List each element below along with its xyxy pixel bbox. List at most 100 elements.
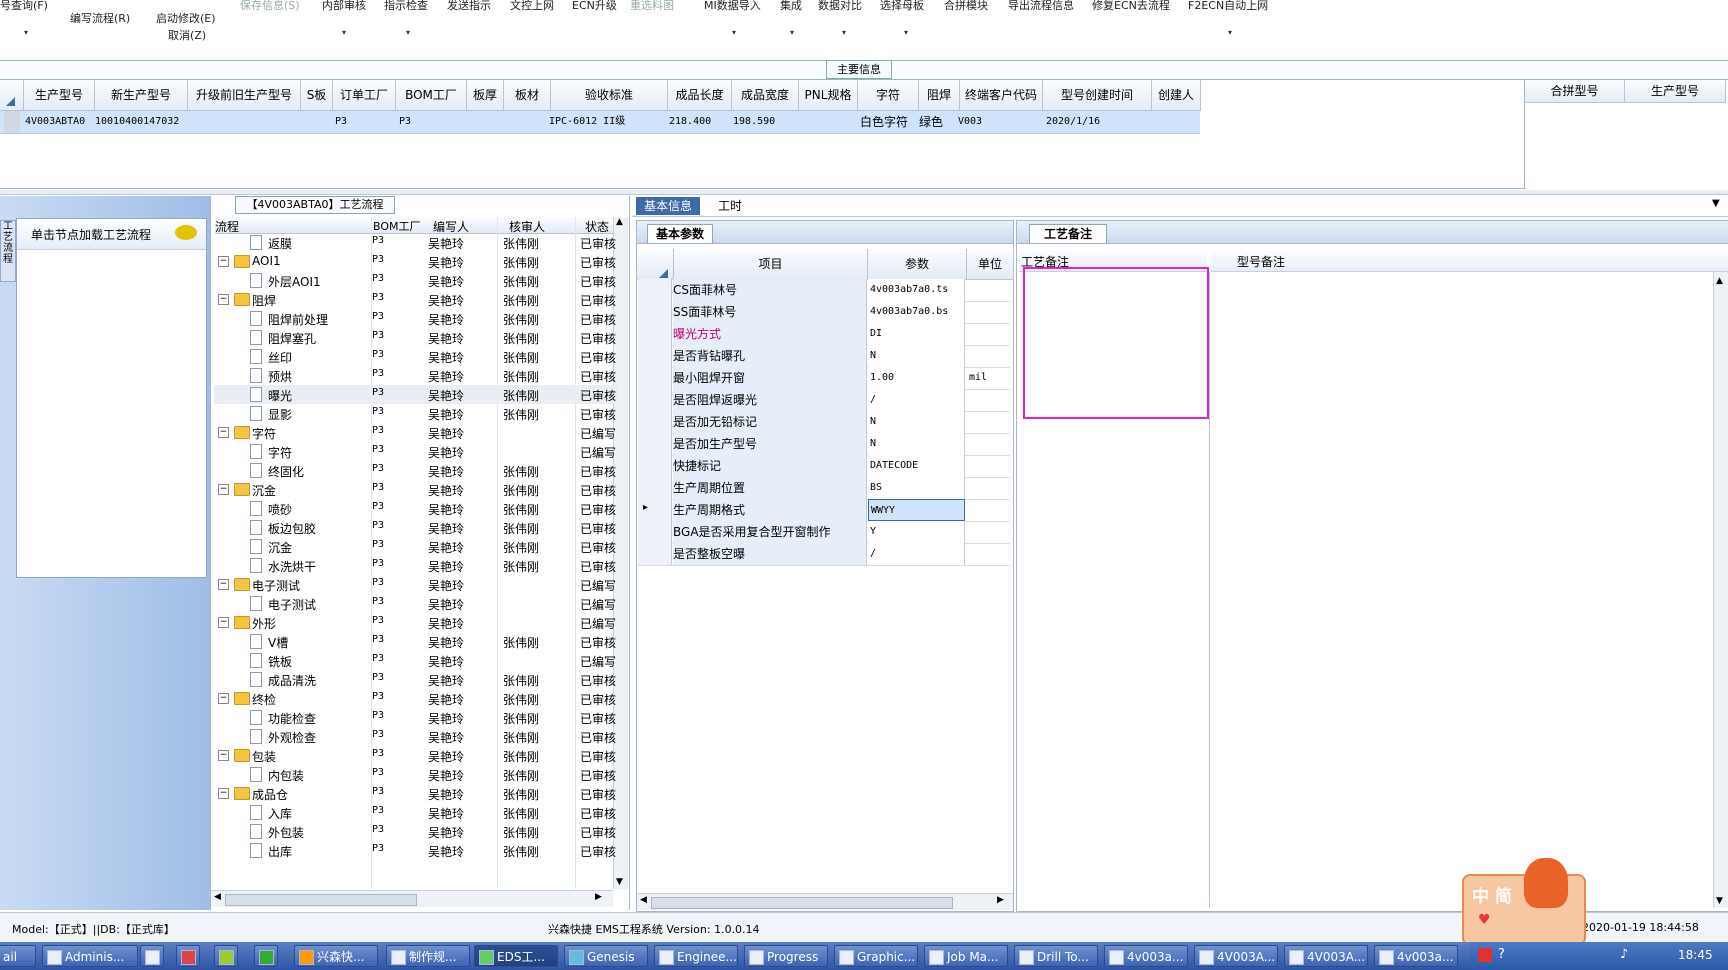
ime-widget[interactable]: 中 简 ♥ bbox=[1462, 858, 1586, 946]
tree-leaf-node[interactable]: 阻焊塞孔 P3 吴艳玲 张伟刚 已审核 bbox=[214, 328, 618, 347]
cancel-button[interactable]: 取消(Z) bbox=[168, 27, 206, 43]
collapse-toggle-icon[interactable]: − bbox=[218, 484, 229, 495]
tree-leaf-node[interactable]: 板边包胶 P3 吴艳玲 张伟刚 已审核 bbox=[214, 518, 618, 537]
row-header[interactable] bbox=[638, 323, 672, 345]
row-header[interactable] bbox=[638, 477, 672, 499]
ime-tray-icon[interactable] bbox=[1478, 948, 1492, 962]
chevron-down-icon[interactable]: ▾ bbox=[342, 28, 346, 37]
taskbar-item[interactable]: 兴森快... bbox=[294, 945, 378, 967]
query-button[interactable]: 号查询(F) bbox=[0, 0, 48, 13]
tree-folder-node[interactable]: − 沉金 P3 吴艳玲 张伟刚 已审核 bbox=[214, 480, 618, 499]
tree-leaf-node[interactable]: 曝光 P3 吴艳玲 张伟刚 已审核 bbox=[214, 385, 618, 404]
tree-leaf-node[interactable]: 终固化 P3 吴艳玲 张伟刚 已审核 bbox=[214, 461, 618, 480]
splitter[interactable] bbox=[0, 190, 1728, 195]
row-header[interactable] bbox=[638, 279, 672, 301]
param-row[interactable]: BGA是否采用复合型开窗制作 Y bbox=[638, 521, 1010, 544]
col-end-customer-code[interactable]: 终端客户代码 bbox=[960, 80, 1043, 111]
collapse-toggle-icon[interactable]: − bbox=[218, 617, 229, 628]
tree-folder-node[interactable]: − 包装 P3 吴艳玲 张伟刚 已审核 bbox=[214, 746, 618, 765]
row-header[interactable] bbox=[638, 345, 672, 367]
taskbar-item[interactable]: ail bbox=[0, 945, 36, 967]
tree-folder-node[interactable]: − 成品仓 P3 吴艳玲 张伟刚 已审核 bbox=[214, 784, 618, 803]
export-flow-button[interactable]: 导出流程信息 bbox=[1008, 0, 1074, 13]
param-value[interactable]: WWYY bbox=[868, 499, 965, 521]
taskbar-item-active[interactable]: EDS工... bbox=[474, 945, 558, 967]
col-board-material[interactable]: 板材 bbox=[504, 80, 551, 111]
doc-control-online-button[interactable]: 文控上网 bbox=[510, 0, 554, 13]
col-character[interactable]: 字符 bbox=[858, 80, 919, 111]
tree-leaf-node[interactable]: 丝印 P3 吴艳玲 张伟刚 已审核 bbox=[214, 347, 618, 366]
tab-basic-info[interactable]: 基本信息 bbox=[636, 197, 701, 215]
collapse-toggle-icon[interactable]: − bbox=[218, 693, 229, 704]
scroll-down-icon[interactable]: ▼ bbox=[1716, 896, 1723, 906]
save-info-button[interactable]: 保存信息(S) bbox=[240, 0, 300, 13]
param-row[interactable]: 是否加生产型号 N bbox=[638, 433, 1010, 456]
tree-leaf-node[interactable]: 水洗烘干 P3 吴艳玲 张伟刚 已审核 bbox=[214, 556, 618, 575]
model-remark-textarea[interactable] bbox=[1211, 272, 1711, 908]
param-value[interactable]: 1.00 bbox=[868, 367, 965, 389]
tree-leaf-node[interactable]: 喷砂 P3 吴艳玲 张伟刚 已审核 bbox=[214, 499, 618, 518]
col-model-create-time[interactable]: 型号创建时间 bbox=[1043, 80, 1152, 111]
param-row[interactable]: 快捷标记 DATECODE bbox=[638, 455, 1010, 478]
chevron-down-icon[interactable]: ▾ bbox=[24, 28, 28, 37]
row-header[interactable] bbox=[638, 389, 672, 411]
param-row[interactable]: 是否加无铅标记 N bbox=[638, 411, 1010, 434]
tree-folder-node[interactable]: − 阻焊 P3 吴艳玲 张伟刚 已审核 bbox=[214, 290, 618, 309]
param-row[interactable]: 生产周期位置 BS bbox=[638, 477, 1010, 500]
row-header[interactable] bbox=[638, 367, 672, 389]
params-hscrollbar[interactable]: ◀ ▶ bbox=[637, 893, 1013, 910]
tab-basic-params[interactable]: 基本参数 bbox=[647, 224, 714, 243]
col-order-factory[interactable]: 订单工厂 bbox=[333, 80, 396, 111]
mi-import-button[interactable]: MI数据导入 bbox=[704, 0, 761, 13]
col-merge-model[interactable]: 合拼型号 bbox=[1525, 80, 1625, 103]
select-mother-board-button[interactable]: 选择母板 bbox=[880, 0, 924, 13]
taskbar-item[interactable]: Adminis... bbox=[42, 945, 138, 967]
tree-folder-node[interactable]: − 电子测试 P3 吴艳玲 已编写 bbox=[214, 575, 618, 594]
tree-folder-node[interactable]: − AOI1 P3 吴艳玲 张伟刚 已审核 bbox=[214, 252, 618, 271]
table-row[interactable]: 4V003ABTA0 10010400147032 P3 P3 IPC-6012… bbox=[0, 111, 1200, 134]
collapse-toggle-icon[interactable]: − bbox=[218, 579, 229, 590]
data-compare-button[interactable]: 数据对比 bbox=[818, 0, 862, 13]
param-value[interactable]: 4v003ab7a0.bs bbox=[868, 301, 965, 323]
collapse-toggle-icon[interactable]: − bbox=[218, 750, 229, 761]
chevron-down-icon[interactable]: ▼ bbox=[1712, 198, 1720, 209]
taskbar-item[interactable]: 制作规... bbox=[386, 945, 470, 967]
chevron-down-icon[interactable]: ▾ bbox=[790, 28, 794, 37]
taskbar-item[interactable] bbox=[254, 945, 278, 967]
chevron-down-icon[interactable]: ▾ bbox=[406, 28, 410, 37]
tree-leaf-node[interactable]: 字符 P3 吴艳玲 已编写 bbox=[214, 442, 618, 461]
param-value[interactable]: BS bbox=[868, 477, 965, 499]
param-row[interactable]: ▸ 生产周期格式 WWYY bbox=[638, 499, 1010, 522]
col-pnl-spec[interactable]: PNL规格 bbox=[799, 80, 858, 111]
tree-leaf-node[interactable]: 内包装 P3 吴艳玲 张伟刚 已审核 bbox=[214, 765, 618, 784]
taskbar-item[interactable]: Graphic... bbox=[834, 945, 918, 967]
help-icon[interactable]: ? bbox=[1498, 947, 1505, 962]
col-product-width[interactable]: 成品宽度 bbox=[732, 80, 799, 111]
remarks-vscrollbar[interactable]: ▲ ▼ bbox=[1713, 272, 1728, 908]
param-value[interactable]: Y bbox=[868, 521, 965, 543]
scroll-left-icon[interactable]: ◀ bbox=[214, 892, 221, 902]
col-board-thickness[interactable]: 板厚 bbox=[467, 80, 504, 111]
col-acceptance-standard[interactable]: 验收标准 bbox=[551, 80, 668, 111]
process-flow-vertical-tab[interactable]: 工艺流程 bbox=[0, 220, 16, 282]
col-product-length[interactable]: 成品长度 bbox=[668, 80, 732, 111]
tree-folder-node[interactable]: − 字符 P3 吴艳玲 已编写 bbox=[214, 423, 618, 442]
tree-leaf-node[interactable]: 外层AOI1 P3 吴艳玲 张伟刚 已审核 bbox=[214, 271, 618, 290]
col-creator[interactable]: 创建人 bbox=[1152, 80, 1201, 111]
chevron-down-icon[interactable]: ▾ bbox=[1228, 28, 1232, 37]
col-solder-mask[interactable]: 阻焊 bbox=[919, 80, 960, 111]
col-production-model[interactable]: 生产型号 bbox=[24, 80, 95, 111]
merge-module-button[interactable]: 合拼模块 bbox=[944, 0, 988, 13]
tree-folder-node[interactable]: − 终检 P3 吴艳玲 张伟刚 已审核 bbox=[214, 689, 618, 708]
chevron-down-icon[interactable]: ▾ bbox=[842, 28, 846, 37]
instruction-check-button[interactable]: 指示检查 bbox=[384, 0, 428, 13]
scroll-down-icon[interactable]: ▼ bbox=[616, 877, 623, 887]
col-old-production-model[interactable]: 升级前旧生产型号 bbox=[188, 80, 301, 111]
param-row[interactable]: 最小阻焊开窗 1.00 mil bbox=[638, 367, 1010, 390]
col-item[interactable]: 项目 bbox=[674, 249, 868, 280]
param-row[interactable]: 曝光方式 DI bbox=[638, 323, 1010, 346]
tree-leaf-node[interactable]: 显影 P3 吴艳玲 张伟刚 已审核 bbox=[214, 404, 618, 423]
tree-hscrollbar[interactable]: ◀ ▶ bbox=[211, 890, 613, 907]
taskbar-item[interactable]: Drill To... bbox=[1014, 945, 1098, 967]
tree-leaf-node[interactable]: 预烘 P3 吴艳玲 张伟刚 已审核 bbox=[214, 366, 618, 385]
